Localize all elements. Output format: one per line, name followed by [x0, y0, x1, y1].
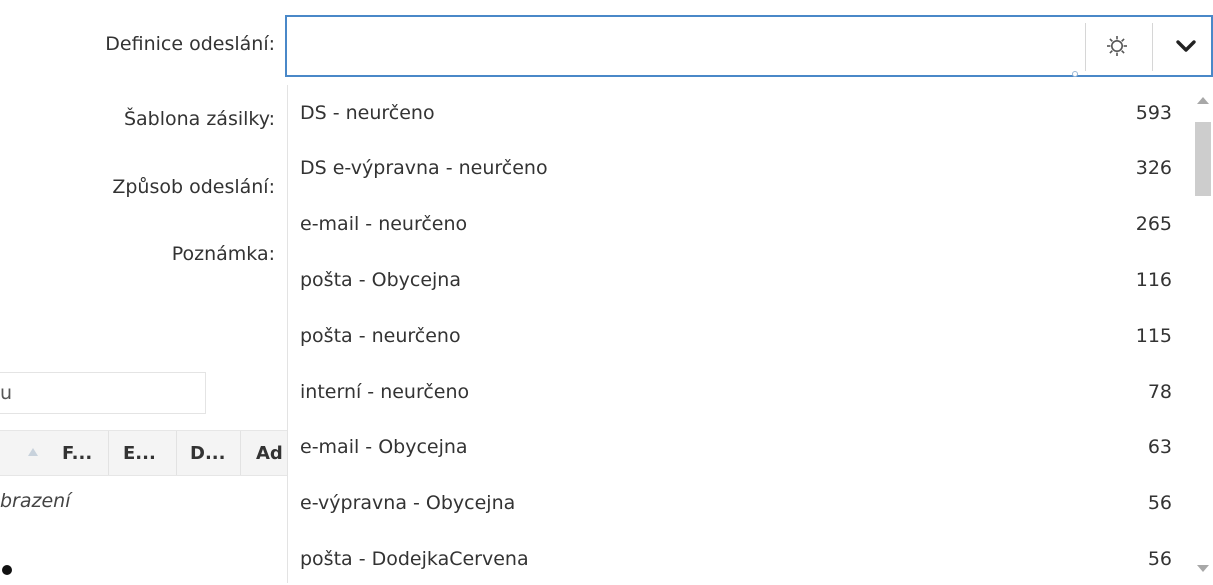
- dropdown-option[interactable]: e-mail - Obycejna 63: [288, 420, 1188, 473]
- option-label: pošta - DodejkaCervena: [300, 547, 529, 570]
- scrollbar-thumb[interactable]: [1195, 122, 1211, 196]
- dropdown-option[interactable]: e-mail - neurčeno 265: [288, 197, 1188, 250]
- dropdown-option[interactable]: pošta - Obycejna 116: [288, 253, 1188, 306]
- empty-table-message: brazení: [0, 490, 71, 512]
- option-label: DS - neurčeno: [300, 101, 435, 124]
- search-field-text: u: [0, 382, 13, 404]
- scroll-up-arrow-icon[interactable]: [1197, 97, 1209, 104]
- zpusob-odeslani-label: Způsob odeslání:: [112, 176, 275, 198]
- option-count: 116: [1135, 268, 1172, 291]
- sablona-zasilky-label: Šablona zásilky:: [123, 108, 275, 130]
- option-label: pošta - neurčeno: [300, 324, 461, 347]
- option-count: 115: [1135, 324, 1172, 347]
- option-label: DS e-výpravna - neurčeno: [300, 156, 548, 179]
- poznamka-label: Poznámka:: [171, 243, 275, 265]
- resize-handle-icon[interactable]: [1072, 71, 1078, 77]
- option-label: pošta - Obycejna: [300, 268, 461, 291]
- option-label: e-mail - neurčeno: [300, 212, 468, 235]
- sort-indicator-icon: [28, 448, 38, 456]
- definice-odeslani-input[interactable]: [287, 17, 1083, 75]
- scroll-down-arrow-icon[interactable]: [1197, 565, 1209, 572]
- option-count: 326: [1135, 156, 1172, 179]
- divider: [1152, 23, 1153, 71]
- column-header[interactable]: E...: [123, 431, 156, 475]
- table-header-row: F... E... D... Ad: [0, 430, 287, 476]
- column-header[interactable]: Ad: [256, 431, 283, 475]
- option-count: 593: [1135, 101, 1172, 124]
- dropdown-option[interactable]: DS - neurčeno 593: [288, 86, 1188, 139]
- definice-odeslani-label: Definice odeslání:: [105, 33, 275, 55]
- dropdown-option[interactable]: DS e-výpravna - neurčeno 326: [288, 141, 1188, 194]
- column-header[interactable]: F...: [62, 431, 92, 475]
- option-count: 78: [1147, 380, 1172, 403]
- dropdown-scrollbar[interactable]: [1191, 85, 1213, 583]
- search-field-fragment[interactable]: u: [0, 372, 206, 414]
- dropdown-option[interactable]: interní - neurčeno 78: [288, 365, 1188, 418]
- option-count: 265: [1135, 212, 1172, 235]
- dropdown-toggle-button[interactable]: [1163, 28, 1209, 64]
- option-count: 56: [1147, 491, 1172, 514]
- option-count: 56: [1147, 547, 1172, 570]
- option-label: e-výpravna - Obycejna: [300, 491, 516, 514]
- chevron-down-icon: [1176, 40, 1196, 52]
- gear-icon: [1107, 36, 1127, 56]
- divider: [1085, 23, 1086, 71]
- column-header[interactable]: D...: [190, 431, 225, 475]
- option-count: 63: [1147, 435, 1172, 458]
- definice-odeslani-dropdown: DS - neurčeno 593 DS e-výpravna - neurče…: [287, 85, 1213, 583]
- bullet-dot: [2, 565, 12, 575]
- settings-button[interactable]: [1097, 28, 1137, 64]
- option-label: interní - neurčeno: [300, 380, 470, 403]
- definice-odeslani-combobox[interactable]: [285, 15, 1213, 77]
- dropdown-option[interactable]: pošta - DodejkaCervena 56: [288, 532, 1188, 585]
- option-label: e-mail - Obycejna: [300, 435, 468, 458]
- dropdown-option[interactable]: e-výpravna - Obycejna 56: [288, 476, 1188, 529]
- dropdown-option[interactable]: pošta - neurčeno 115: [288, 309, 1188, 362]
